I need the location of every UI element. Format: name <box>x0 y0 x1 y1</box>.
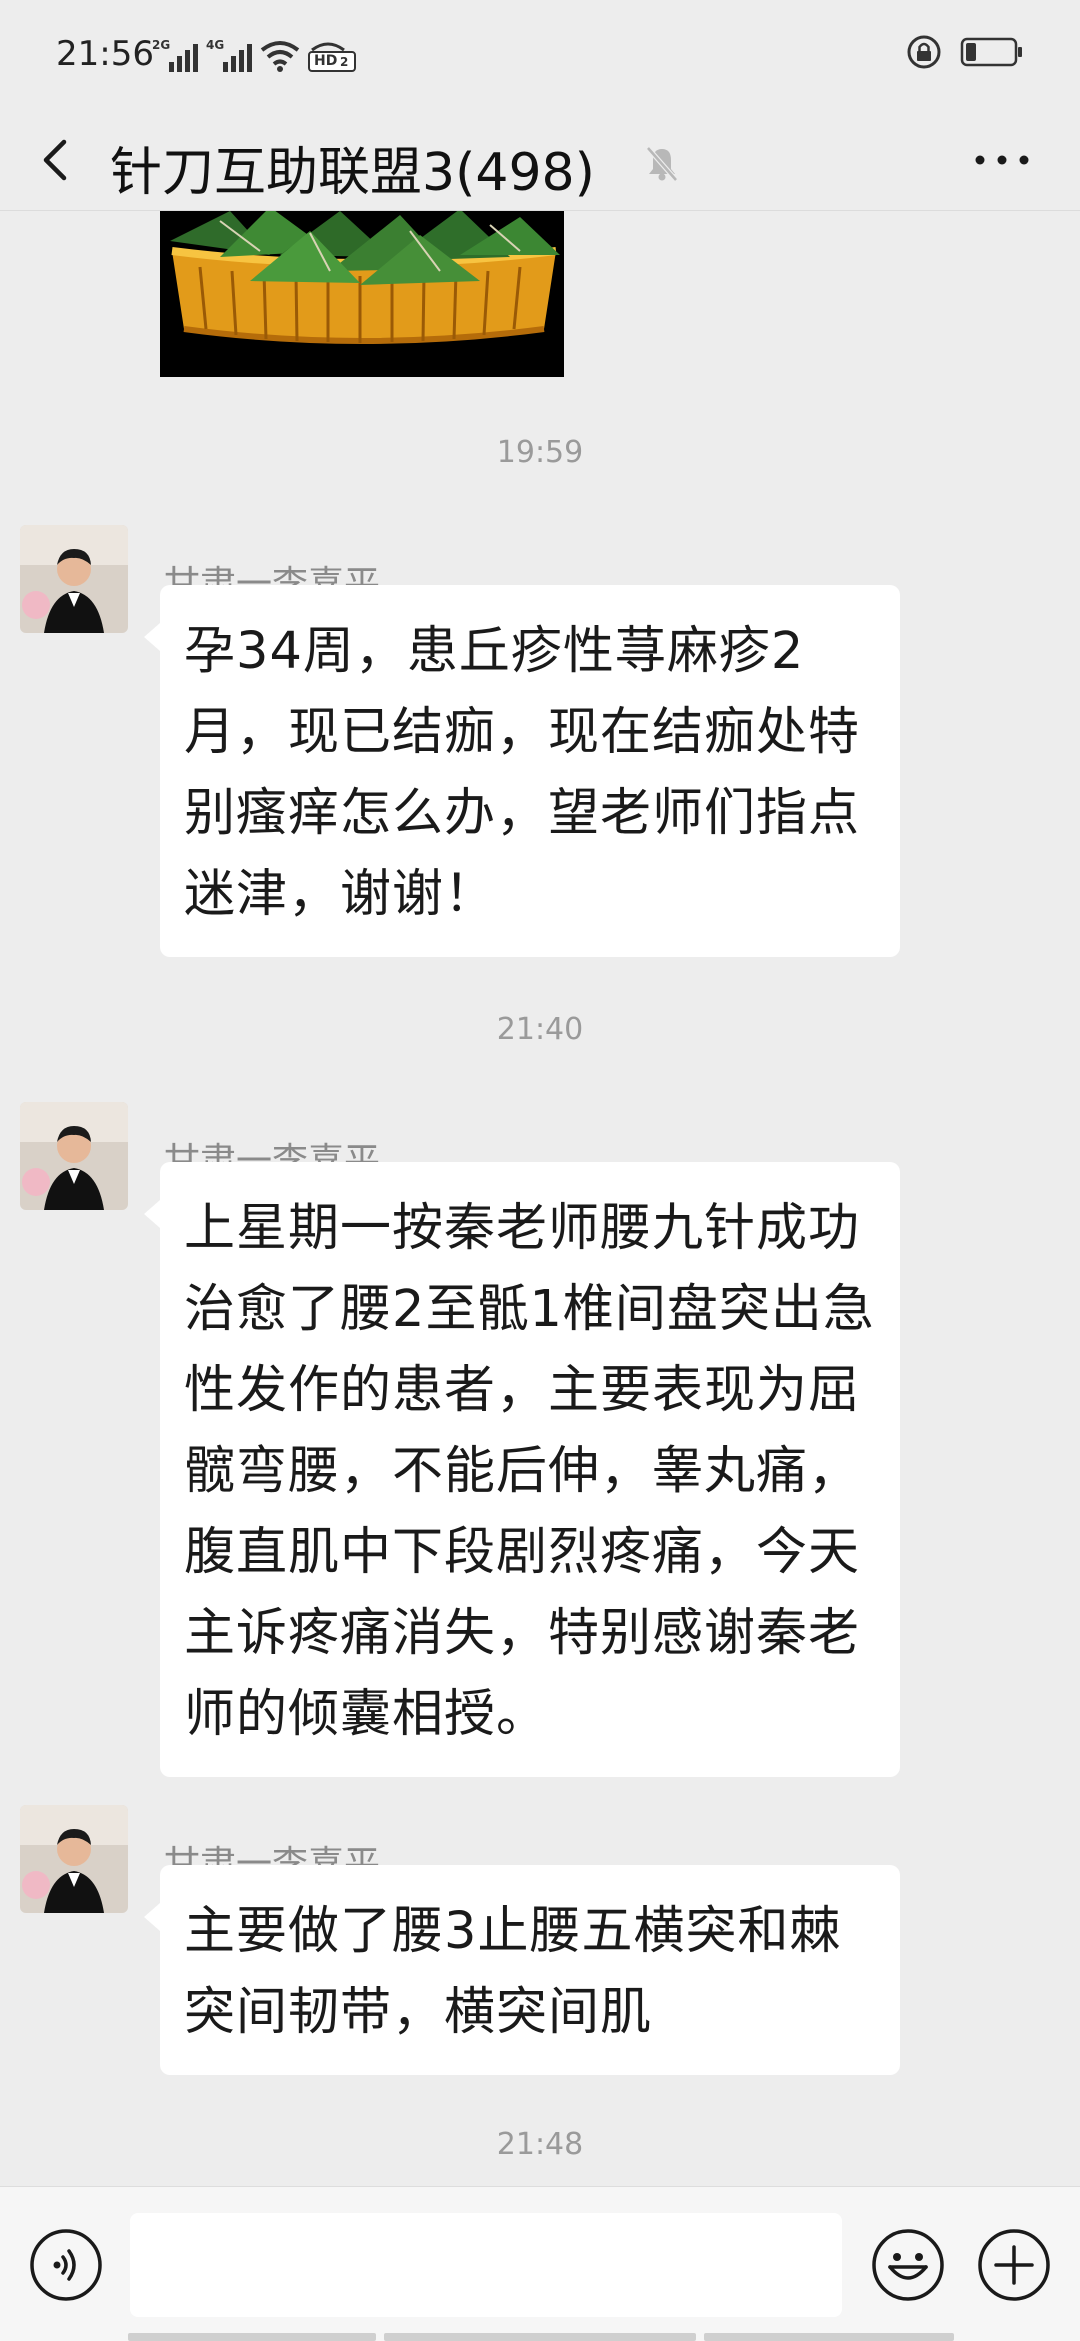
message-bubble[interactable]: 上星期一按秦老师腰九针成功治愈了腰2至骶1椎间盘突出急性发作的患者，主要表现为屈… <box>144 1162 900 1777</box>
voice-icon[interactable] <box>28 2227 104 2303</box>
signal-icon: 4G <box>206 38 252 72</box>
status-time: 21:56 <box>56 34 154 74</box>
plus-icon[interactable] <box>976 2227 1052 2303</box>
network-type-label: 4G <box>206 38 225 52</box>
network-type-label: 2G <box>152 38 171 52</box>
timestamp: 21:48 <box>496 2127 584 2162</box>
bell-muted-icon <box>642 144 682 184</box>
status-right <box>906 34 1024 74</box>
avatar[interactable] <box>20 525 128 633</box>
rotation-lock-icon <box>906 34 942 74</box>
hd-sub-label: 2 <box>340 55 349 69</box>
more-dots-icon[interactable] <box>972 140 1032 180</box>
message-input-bar <box>0 2186 1080 2341</box>
signal-icon: 2G <box>152 38 198 72</box>
group-chat-title[interactable]: 针刀互助联盟3(498) <box>110 130 595 205</box>
network-indicators: 2G 4G HD 2 <box>152 34 358 72</box>
image-message[interactable] <box>160 211 564 377</box>
timestamp: 21:40 <box>496 1012 584 1047</box>
chat-header: 针刀互助联盟3(498) <box>0 110 1080 211</box>
wifi-icon <box>260 40 300 72</box>
message-bubble[interactable]: 主要做了腰3止腰五横突和棘突间韧带，横突间肌 <box>144 1865 900 2075</box>
chevron-left-icon[interactable] <box>30 132 86 188</box>
battery-icon <box>960 36 1024 72</box>
message-bubble[interactable]: 孕34周，患丘疹性荨麻疹2月，现已结痂，现在结痂处特别瘙痒怎么办，望老师们指点迷… <box>144 585 900 957</box>
chat-message-list[interactable]: 19:59 甘肃一李喜平 孕34周，患丘疹性荨麻疹2月，现已结痂，现在结痂处特别… <box>0 211 1080 2186</box>
avatar[interactable] <box>20 1805 128 1913</box>
message-input[interactable] <box>130 2213 842 2317</box>
hd-voice-icon: HD 2 <box>308 38 358 72</box>
timestamp: 19:59 <box>496 435 584 470</box>
emoji-icon[interactable] <box>870 2227 946 2303</box>
status-bar: 21:56 2G 4G HD 2 <box>0 0 1080 110</box>
avatar[interactable] <box>20 1102 128 1210</box>
hd-label: HD <box>314 53 338 69</box>
